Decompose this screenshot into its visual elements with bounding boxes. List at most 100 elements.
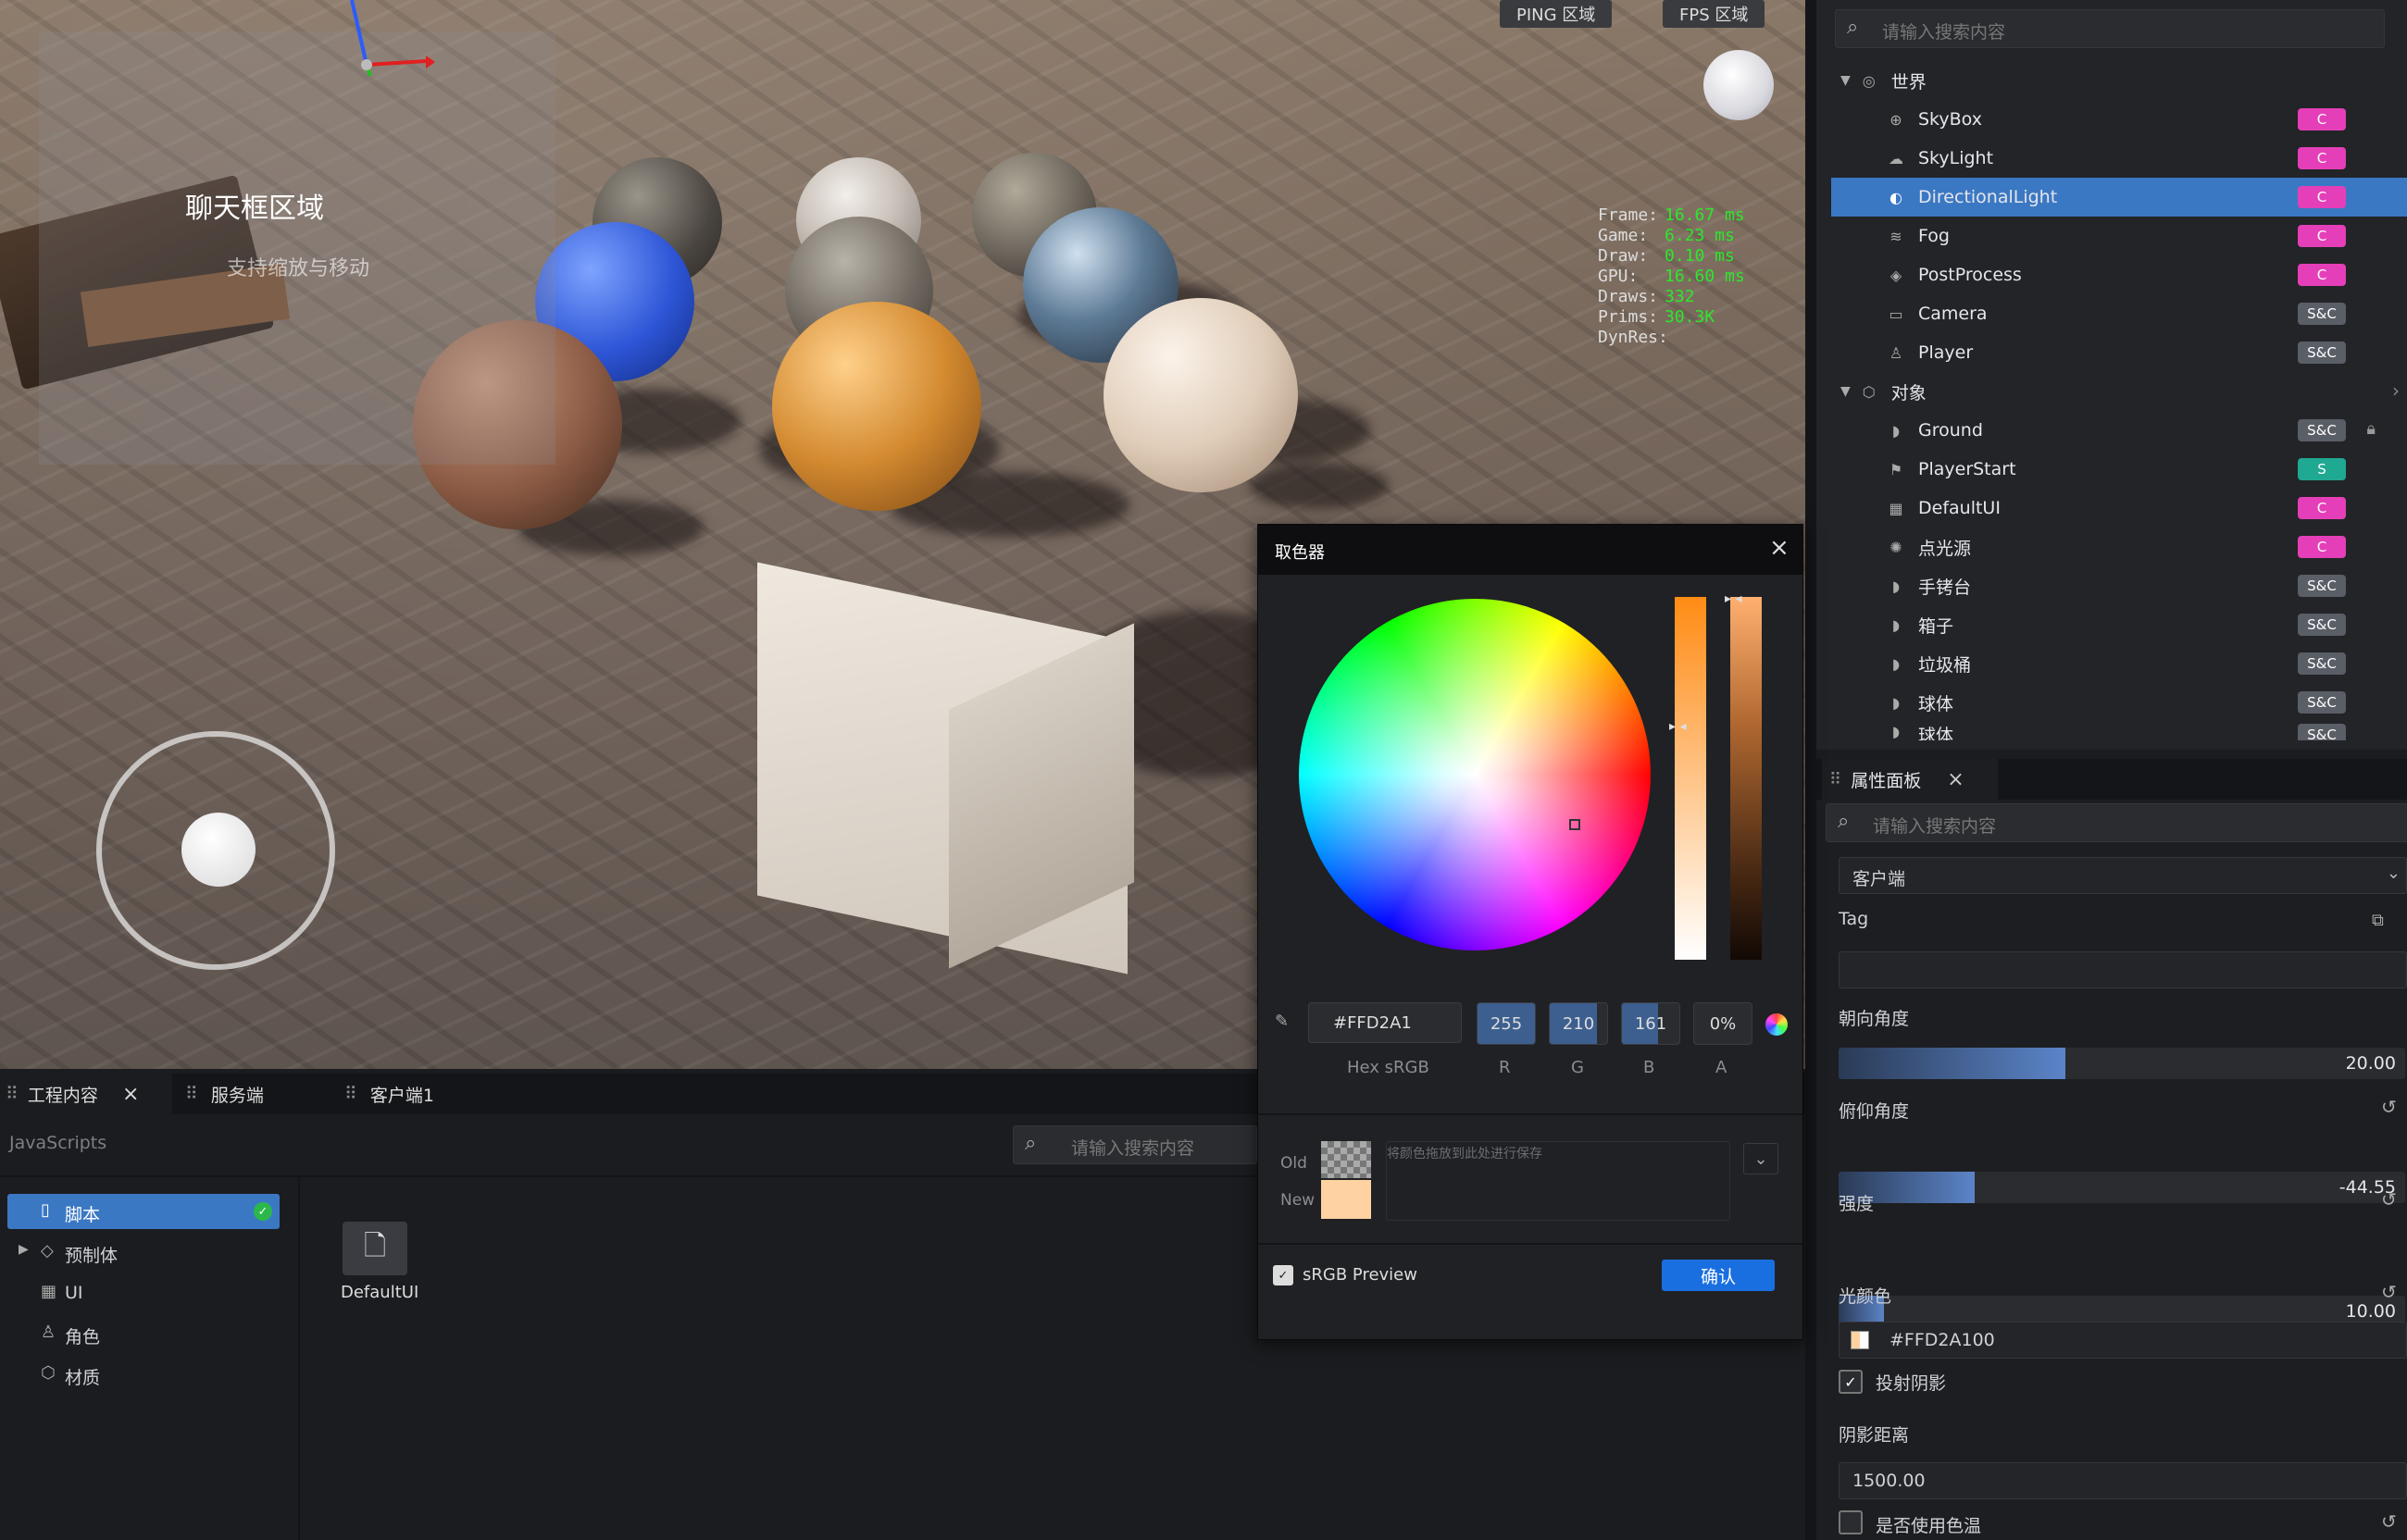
confirm-button[interactable]: 确认 (1662, 1260, 1775, 1291)
folder-item-character[interactable]: ♙ 角色 (7, 1316, 280, 1351)
color-wheel-cursor[interactable] (1569, 819, 1580, 830)
shadow-distance-input[interactable]: 1500.00 (1839, 1462, 2407, 1499)
folder-item-ui[interactable]: ▦ UI (7, 1275, 280, 1310)
chevron-down-icon[interactable]: ⌄ (1743, 1143, 1778, 1174)
b-input[interactable]: 161 (1621, 1002, 1680, 1045)
tree-item-player[interactable]: ♙ Player S&C (1816, 333, 2407, 372)
chevron-right-icon[interactable]: › (2392, 379, 2400, 402)
tree-item-playerstart[interactable]: ⚑ PlayerStart S (1816, 450, 2407, 489)
r-value: 255 (1490, 1013, 1523, 1034)
saturation-slider[interactable] (1675, 597, 1706, 960)
r-input[interactable]: 255 (1477, 1002, 1536, 1045)
eyedropper-icon[interactable]: ✎ (1275, 1012, 1289, 1031)
net-mode-select[interactable]: 客户端 ⌄ (1839, 857, 2407, 894)
drag-handle-icon[interactable]: ⠿ (6, 1084, 19, 1104)
search-icon: ⌕ (1847, 16, 1859, 39)
color-swatch[interactable] (1851, 1331, 1869, 1349)
pitch-label: 俯仰角度 (1839, 1101, 1910, 1122)
hex-input[interactable]: #FFD2A1 (1308, 1002, 1462, 1043)
tree-item-sphere[interactable]: ◗ 球体 S&C (1816, 683, 2407, 722)
folder-item-prefabs[interactable]: ▶ ◇ 预制体 (7, 1235, 280, 1270)
tree-item-label: 垃圾桶 (1918, 654, 1972, 676)
search-placeholder: 请输入搜索内容 (1882, 22, 2006, 43)
tree-item-label: 手铐台 (1918, 577, 1972, 598)
use-temperature-checkbox[interactable] (1839, 1510, 1863, 1534)
copy-icon[interactable]: ⧉ (2372, 911, 2384, 930)
view-cube-icon[interactable] (1703, 50, 1774, 120)
folder-label: UI (65, 1283, 83, 1303)
close-icon[interactable]: × (1947, 768, 1964, 791)
srgb-preview-checkbox[interactable]: ✓ (1273, 1265, 1293, 1285)
tab-property-panel[interactable]: ⠿ 属性面板 × (1822, 759, 1998, 800)
expand-down-icon[interactable]: ▼ (1840, 73, 1851, 88)
reset-icon[interactable]: ↺ (2381, 1188, 2397, 1211)
color-wheel[interactable] (1299, 599, 1651, 950)
a-input[interactable]: 0% (1693, 1002, 1752, 1045)
tree-item-sphere[interactable]: ◗ 球体 S&C (1816, 722, 2407, 740)
tree-item-pointlight[interactable]: ✺ 点光源 C (1816, 528, 2407, 566)
tree-item-box[interactable]: ◗ 箱子 S&C (1816, 605, 2407, 644)
tab-project-content[interactable]: ⠿ 工程内容 × (0, 1074, 172, 1114)
tag-input[interactable] (1839, 951, 2407, 988)
drag-handle-icon[interactable]: ⠿ (344, 1084, 357, 1104)
content-search[interactable]: ⌕ 请输入搜索内容 (1013, 1125, 1257, 1164)
folder-item-materials[interactable]: ⬡ 材质 (7, 1357, 280, 1392)
tree-item-skylight[interactable]: ☁ SkyLight C (1816, 139, 2407, 178)
reset-icon[interactable]: ↺ (2381, 1510, 2397, 1533)
a-label: A (1715, 1058, 1727, 1077)
slider-marker-icon[interactable]: ▸ ◂ (1669, 719, 1687, 734)
tree-item-label: 点光源 (1918, 538, 1972, 559)
tab-client1[interactable]: ⠿ 客户端1 (344, 1074, 493, 1114)
slider-marker-icon[interactable]: ▸ ◂ (1725, 591, 1742, 606)
tree-group-objects[interactable]: ▼ ⬡ 对象 › (1816, 372, 2407, 411)
drag-handle-icon[interactable]: ⠿ (185, 1084, 198, 1104)
tree-item-defaultui[interactable]: ▦ DefaultUI C (1816, 489, 2407, 528)
expand-down-icon[interactable]: ▼ (1840, 384, 1851, 399)
a-value: 0% (1709, 1013, 1737, 1034)
folder-item-scripts[interactable]: ▯ 脚本 ✓ (7, 1194, 280, 1229)
g-input[interactable]: 210 (1549, 1002, 1608, 1045)
tree-group-world[interactable]: ▼ ◎ 世界 (1816, 61, 2407, 100)
color-picker-titlebar[interactable]: 取色器 × (1258, 525, 1802, 575)
close-icon[interactable]: × (122, 1083, 139, 1106)
lock-icon[interactable]: 🔒︎ (2366, 419, 2376, 439)
tree-item-ground[interactable]: ◗ Ground S&C 🔒︎ (1816, 411, 2407, 450)
tree-item-label: PostProcess (1918, 265, 2022, 285)
file-tile-defaultui[interactable]: 🗋 DefaultUI (333, 1222, 426, 1314)
tree-item-skybox[interactable]: ⊕ SkyBox C (1816, 100, 2407, 139)
color-mode-icon[interactable] (1765, 1013, 1788, 1036)
tree-item-stocks[interactable]: ◗ 手铐台 S&C (1816, 566, 2407, 605)
transform-gizmo[interactable] (306, 0, 435, 83)
pitch-slider[interactable]: -44.55 (1839, 1172, 2405, 1203)
expand-right-icon[interactable]: ▶ (19, 1242, 29, 1257)
sphere-object[interactable] (772, 302, 981, 511)
hierarchy-search[interactable]: ⌕ 请输入搜索内容 (1835, 9, 2385, 48)
tree-item-camera[interactable]: ▭ Camera S&C (1816, 294, 2407, 333)
breadcrumb[interactable]: JavaScripts (9, 1133, 106, 1153)
tree-item-fog[interactable]: ≋ Fog C (1816, 217, 2407, 255)
sphere-object[interactable] (1104, 298, 1298, 492)
light-color-field[interactable]: #FFD2A100 (1839, 1322, 2407, 1359)
ui-icon: ▦ (1889, 499, 1903, 517)
yaw-slider[interactable]: 20.00 (1839, 1048, 2405, 1079)
drag-handle-icon[interactable]: ⠿ (1829, 770, 1841, 789)
drop-hint: 将颜色拖放到此处进行保存 (1387, 1147, 1542, 1161)
tab-server[interactable]: ⠿ 服务端 (185, 1074, 333, 1114)
tree-item-postprocess[interactable]: ◈ PostProcess C (1816, 255, 2407, 294)
value-slider[interactable] (1730, 597, 1762, 960)
joystick-knob[interactable] (181, 813, 256, 887)
reset-icon[interactable]: ↺ (2381, 1281, 2397, 1303)
hex-label: Hex sRGB (1347, 1058, 1429, 1077)
tree-item-trashcan[interactable]: ◗ 垃圾桶 S&C (1816, 644, 2407, 683)
pointlight-icon: ✺ (1889, 538, 1902, 556)
chat-box-area[interactable] (39, 31, 555, 465)
old-color-swatch (1321, 1141, 1371, 1178)
tree-item-directionallight[interactable]: ◐ DirectionalLight C (1831, 178, 2407, 217)
saved-colors-drop-zone[interactable]: 将颜色拖放到此处进行保存 (1386, 1141, 1730, 1221)
cast-shadow-checkbox[interactable]: ✓ (1839, 1370, 1863, 1394)
property-search[interactable]: ⌕ 请输入搜索内容 (1826, 803, 2407, 842)
file-label: DefaultUI (341, 1283, 419, 1302)
close-icon[interactable]: × (1769, 534, 1790, 562)
panel-splitter[interactable] (1805, 0, 1816, 1540)
reset-icon[interactable]: ↺ (2381, 1096, 2397, 1118)
